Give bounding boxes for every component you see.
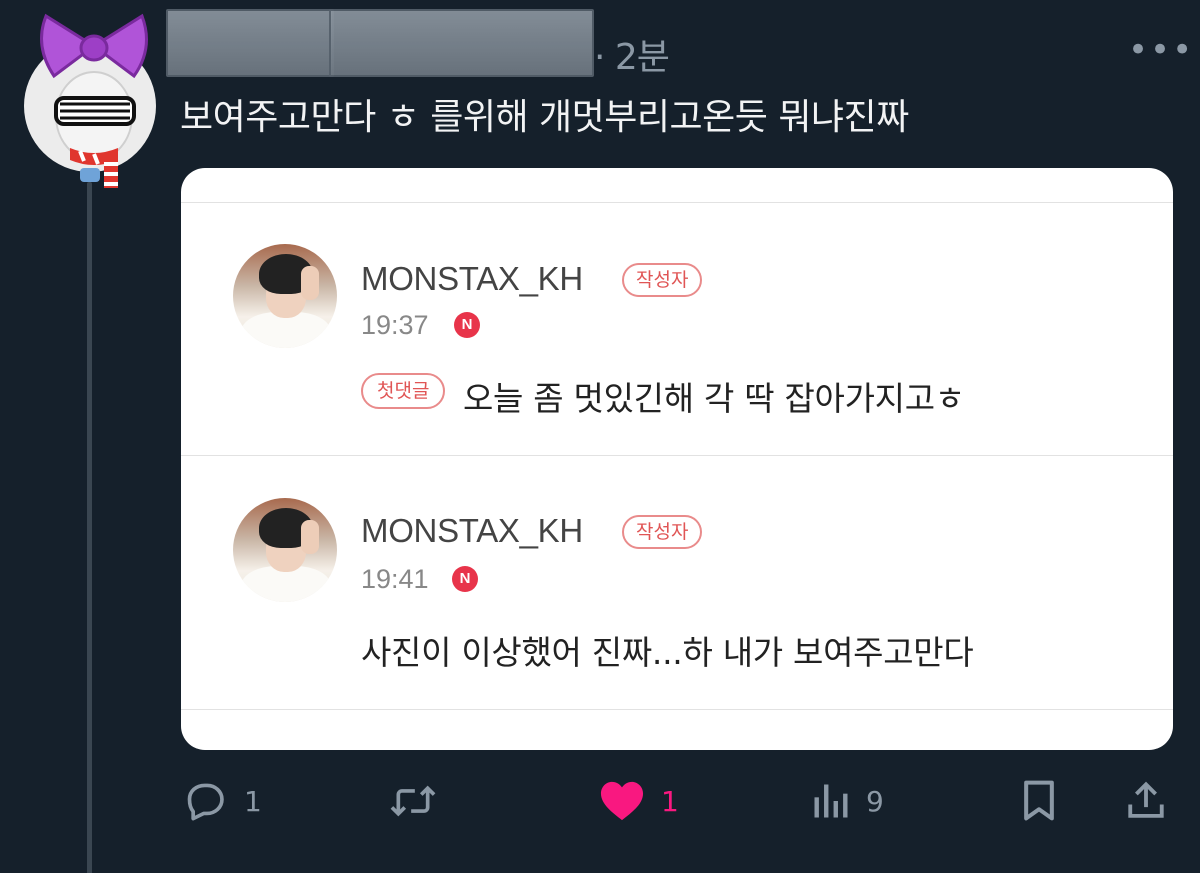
comment-text: 사진이 이상했어 진짜...하 내가 보여주고만다 — [361, 633, 974, 672]
author-tag: 작성자 — [622, 515, 703, 549]
author-tag: 작성자 — [622, 263, 703, 297]
comment-time: 19:41 — [361, 564, 429, 594]
retweet-button[interactable] — [388, 778, 454, 824]
like-button[interactable]: 1 — [599, 778, 679, 824]
divider — [181, 202, 1173, 203]
thread-line — [87, 182, 92, 873]
share-icon — [1128, 781, 1164, 818]
commenter-avatar — [233, 244, 337, 348]
blurred-display-name — [166, 9, 334, 77]
tweet[interactable]: · 2분 ••• 보여주고만다 ㅎ 를위해 개멋부리고온듯 뭐냐진짜 MONST… — [0, 0, 1200, 873]
views-button[interactable]: 9 — [812, 778, 884, 824]
views-icon — [814, 784, 848, 818]
comment-time: 19:37 — [361, 310, 429, 340]
divider — [181, 709, 1173, 710]
avatar[interactable] — [24, 13, 156, 188]
bookmark-button[interactable] — [1020, 778, 1058, 824]
reply-button[interactable]: 1 — [184, 778, 262, 824]
blurred-username — [329, 9, 594, 77]
character-avatar-icon — [40, 13, 148, 188]
tweet-text: 보여주고만다 ㅎ 를위해 개멋부리고온듯 뭐냐진짜 — [180, 97, 909, 138]
more-options-icon[interactable]: ••• — [1128, 30, 1194, 70]
comment-text: 오늘 좀 멋있긴해 각 딱 잡아가지고ㅎ — [463, 379, 965, 418]
like-count: 1 — [661, 784, 679, 818]
comment-author: MONSTAX_KH — [361, 260, 583, 297]
reply-icon — [187, 783, 224, 821]
new-badge: N — [452, 566, 478, 592]
retweet-icon — [390, 785, 436, 817]
new-badge: N — [454, 312, 480, 338]
reply-count: 1 — [244, 784, 262, 818]
first-comment-tag: 첫댓글 — [361, 373, 446, 409]
heart-icon — [600, 781, 644, 821]
views-count: 9 — [866, 784, 884, 818]
share-button[interactable] — [1125, 778, 1167, 824]
comment-author: MONSTAX_KH — [361, 512, 583, 549]
commenter-avatar — [233, 498, 337, 602]
bookmark-icon — [1024, 780, 1054, 821]
divider — [181, 455, 1173, 456]
timestamp[interactable]: · 2분 — [594, 28, 670, 80]
embedded-image[interactable]: MONSTAX_KH 작성자 19:37 N 첫댓글 오늘 좀 멋있긴해 각 딱… — [181, 168, 1173, 750]
